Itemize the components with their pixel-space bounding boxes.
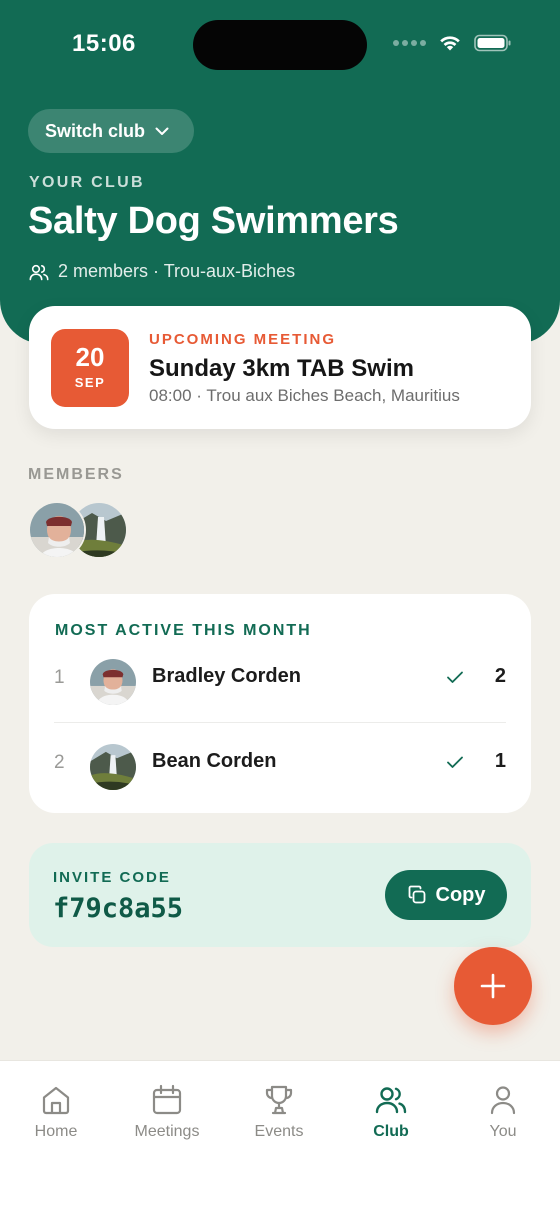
club-header: 15:06 Switch club YOUR CLUB Salty Dog Sw…: [0, 0, 560, 344]
club-name: Salty Dog Swimmers: [28, 200, 399, 242]
tab-club[interactable]: Club: [336, 1083, 446, 1141]
status-icons: [393, 34, 512, 52]
switch-club-label: Switch club: [45, 120, 146, 141]
meeting-title: Sunday 3km TAB Swim: [149, 355, 414, 382]
tab-label: Meetings: [134, 1123, 200, 1140]
rank-number: 2: [54, 752, 65, 773]
tab-meetings[interactable]: Meetings: [112, 1083, 222, 1141]
avatar: [90, 659, 136, 705]
checkmark-icon: [447, 756, 463, 768]
upcoming-meeting-label: UPCOMING MEETING: [149, 331, 337, 348]
chevron-down-icon: [155, 127, 169, 135]
switch-club-button[interactable]: Switch club: [28, 109, 194, 153]
meeting-details: 08:00 · Trou aux Biches Beach, Mauritius: [149, 386, 460, 405]
list-item[interactable]: 1 Bradley Corden 2: [54, 639, 506, 723]
copy-icon: [408, 885, 425, 904]
club-meta: 2 members · Trou-aux-Biches: [29, 261, 295, 282]
calendar-icon: [152, 1084, 182, 1115]
home-icon: [42, 1086, 70, 1115]
meeting-day: 20: [75, 342, 105, 372]
people-icon: [29, 264, 49, 280]
most-active-card: MOST ACTIVE THIS MONTH 1 Bradley Corden …: [29, 594, 531, 813]
checkmark-icon: [447, 671, 463, 683]
person-icon: [490, 1086, 516, 1115]
tab-label: Club: [373, 1123, 409, 1140]
tab-home[interactable]: Home: [1, 1083, 111, 1141]
member-avatars: [28, 501, 128, 561]
dynamic-island: [193, 20, 367, 70]
attendance-count: 1: [494, 750, 506, 772]
plus-icon: [480, 973, 506, 999]
cellular-signal-icon: [393, 40, 426, 46]
invite-code-value: f79c8a55: [53, 893, 184, 924]
date-badge: 20 SEP: [51, 329, 129, 407]
tab-label: Events: [254, 1123, 304, 1140]
most-active-title: MOST ACTIVE THIS MONTH: [55, 622, 312, 639]
copy-button[interactable]: Copy: [385, 870, 507, 920]
battery-icon: [474, 34, 511, 52]
attendance-count: 2: [494, 665, 506, 687]
tab-events[interactable]: Events: [224, 1083, 334, 1141]
avatar[interactable]: [28, 501, 86, 559]
member-name: Bean Corden: [152, 750, 277, 772]
copy-label: Copy: [435, 883, 486, 906]
your-club-label: YOUR CLUB: [29, 174, 145, 191]
club-meta-text: 2 members · Trou-aux-Biches: [58, 261, 296, 281]
add-button[interactable]: [454, 947, 532, 1025]
members-label: MEMBERS: [28, 466, 124, 483]
status-time: 15:06: [72, 30, 136, 57]
tab-bar: Home Meetings Events Club You: [0, 1060, 560, 1217]
list-item[interactable]: 2 Bean Corden 1: [54, 724, 506, 808]
member-name: Bradley Corden: [152, 665, 301, 687]
tab-label: Home: [34, 1123, 78, 1140]
tab-you[interactable]: You: [448, 1083, 558, 1141]
trophy-icon: [265, 1085, 293, 1115]
rank-number: 1: [54, 667, 65, 688]
invite-code-card: INVITE CODE f79c8a55 Copy: [29, 843, 531, 947]
meeting-month: SEP: [74, 375, 106, 390]
avatar: [90, 744, 136, 790]
tab-label: You: [489, 1123, 517, 1140]
invite-code-label: INVITE CODE: [53, 869, 171, 886]
upcoming-meeting-card[interactable]: 20 SEP UPCOMING MEETING Sunday 3km TAB S…: [29, 306, 531, 429]
wifi-icon: [440, 36, 460, 51]
people-icon: [375, 1087, 407, 1114]
